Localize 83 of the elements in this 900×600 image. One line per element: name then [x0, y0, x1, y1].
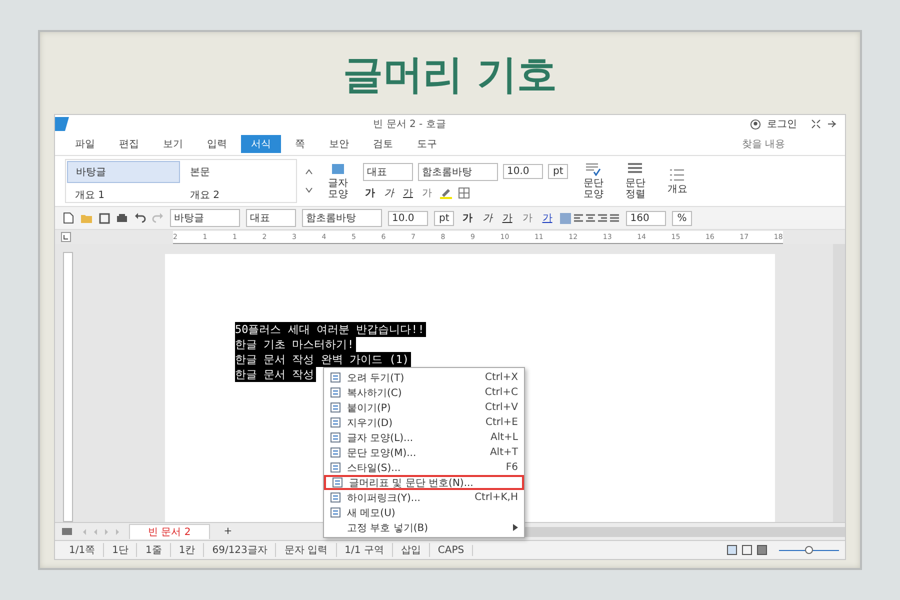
font-unit-dropdown[interactable]: pt [548, 164, 568, 179]
menu-tab[interactable]: 쪽 [285, 135, 315, 153]
context-menu-item[interactable]: 붙이기(P) Ctrl+V [324, 400, 524, 415]
menu-tab[interactable]: 도구 [407, 135, 447, 153]
zoom-field[interactable]: 160 [626, 210, 666, 226]
text-format-button[interactable]: 가 [520, 211, 534, 225]
vertical-scrollbar[interactable] [833, 244, 845, 522]
outline-button[interactable]: 개요 [660, 166, 694, 196]
font-size-field[interactable]: 10.0 [503, 164, 543, 179]
style-item[interactable]: 개요 1 [67, 185, 180, 205]
context-menu-item[interactable]: 지우기(D) Ctrl+E [324, 415, 524, 430]
fullscreen-icon[interactable] [811, 119, 821, 129]
status-item: CAPS [430, 544, 474, 556]
status-item: 1칸 [170, 543, 204, 557]
status-item: 문자 입력 [276, 543, 337, 557]
text-format-button[interactable]: 가 [363, 186, 377, 200]
text-format-button[interactable]: 가 [401, 186, 415, 200]
zoom-slider-thumb[interactable] [805, 546, 813, 554]
minimize-ribbon-icon[interactable] [827, 119, 837, 129]
text-format-button[interactable]: 가 [480, 211, 494, 225]
highlight-icon[interactable] [439, 186, 453, 198]
status-item: 1단 [104, 543, 138, 557]
context-menu-item[interactable]: 고정 부호 넣기(B) [324, 520, 524, 535]
para-align-button[interactable]: 문단 정렬 [618, 160, 652, 202]
font-dropdown[interactable]: 함초롬바탕 [418, 162, 498, 180]
char-shape-button[interactable]: 글자 모양 [321, 160, 355, 202]
table-icon[interactable] [458, 186, 470, 198]
font-group-dropdown[interactable]: 대표 [363, 162, 413, 180]
slide-title: 글머리 기호 [343, 51, 557, 100]
menu-tab[interactable]: 보기 [153, 135, 193, 153]
text-format-button[interactable]: 가 [500, 211, 514, 225]
menu-tab[interactable]: 파일 [65, 135, 105, 153]
login-link[interactable]: 로그인 [767, 117, 797, 131]
save-icon[interactable] [99, 212, 110, 224]
text-format-button[interactable]: 가 [460, 211, 474, 225]
menu-tab[interactable]: 서식 [241, 135, 281, 153]
window-title: 빈 문서 2 - 호글 [372, 118, 447, 131]
user-icon[interactable] [750, 118, 761, 130]
document-tab[interactable]: 빈 문서 2 [129, 524, 210, 539]
status-item: 1/1 구역 [336, 543, 393, 557]
context-menu-item[interactable]: 새 메모(U) [324, 505, 524, 520]
undo-icon[interactable] [134, 213, 146, 223]
text-format-button[interactable]: 가 [382, 186, 396, 200]
status-item: 1/1쪽 [61, 543, 104, 557]
context-menu-item[interactable]: 글머리표 및 문단 번호(N)... [324, 475, 524, 490]
status-item: 1줄 [137, 543, 171, 557]
font-group-dropdown[interactable]: 대표 [246, 209, 296, 227]
style-item[interactable]: 바탕글 [67, 161, 180, 183]
align-icon [627, 162, 644, 176]
page-view-icon[interactable] [727, 545, 767, 555]
style-item[interactable]: 개요 2 [182, 185, 295, 205]
ruler-corner-icon [61, 232, 71, 242]
context-menu-item[interactable]: 하이퍼링크(Y)... Ctrl+K,H [324, 490, 524, 505]
status-item: 69/123글자 [204, 543, 276, 557]
new-document-icon[interactable] [63, 212, 74, 224]
para-shape-button[interactable]: 문단 모양 [576, 160, 610, 202]
align-buttons-icon[interactable] [560, 212, 620, 224]
menu-tab[interactable]: 보안 [319, 135, 359, 153]
submenu-arrow-icon [513, 524, 518, 531]
zoom-unit-dropdown[interactable]: % [672, 210, 692, 226]
menu-tab[interactable]: 검토 [363, 135, 403, 153]
text-format-button[interactable]: 가 [420, 186, 434, 200]
print-icon[interactable] [116, 212, 128, 224]
status-item: 삽입 [392, 543, 430, 557]
style-item[interactable]: 본문 [182, 162, 295, 182]
menu-tab[interactable]: 편집 [109, 135, 149, 153]
font-dropdown[interactable]: 함초롬바탕 [302, 209, 382, 227]
text-format-button[interactable]: 가 [540, 211, 554, 225]
menu-tab[interactable]: 입력 [197, 135, 237, 153]
font-size-field[interactable]: 10.0 [388, 210, 428, 226]
scroll-down-icon[interactable] [305, 186, 313, 194]
style-dropdown[interactable]: 바탕글 [170, 209, 240, 227]
context-menu-item[interactable]: 오려 두기(T) Ctrl+X [324, 370, 524, 385]
app-logo-icon [55, 117, 69, 131]
context-menu-item[interactable]: 글자 모양(L)... Alt+L [324, 430, 524, 445]
add-tab-button[interactable]: + [218, 526, 238, 537]
search-field[interactable]: 찾을 내용 [739, 138, 835, 150]
comment-icon[interactable] [61, 526, 73, 536]
scroll-up-icon[interactable] [305, 168, 313, 176]
font-unit-dropdown[interactable]: pt [434, 210, 454, 226]
context-menu-item[interactable]: 스타일(S)... F6 [324, 460, 524, 475]
context-menu-item[interactable]: 문단 모양(M)... Alt+T [324, 445, 524, 460]
context-menu-item[interactable]: 복사하기(C) Ctrl+C [324, 385, 524, 400]
